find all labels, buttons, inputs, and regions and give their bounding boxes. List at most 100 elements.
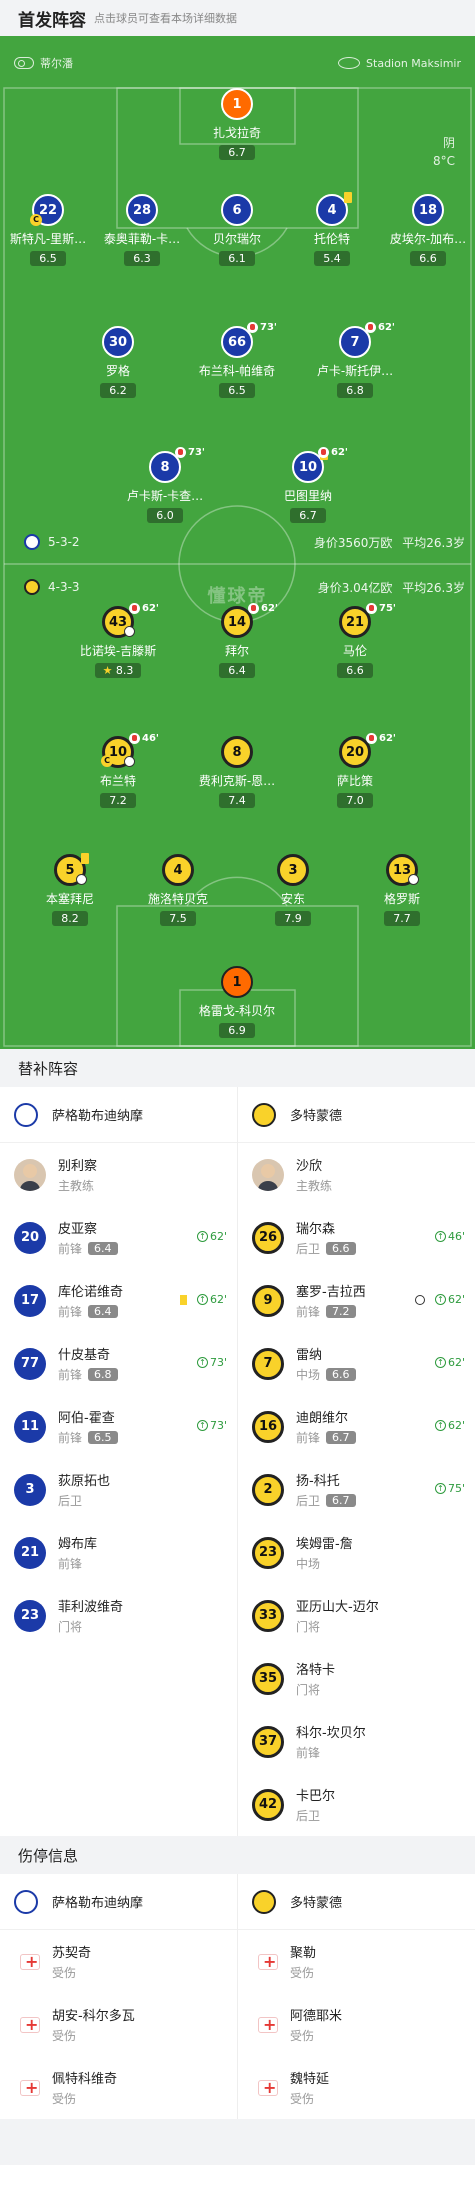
sub-in-icon: ↑ — [434, 1483, 446, 1494]
sub-in-badge: ↑ 73' — [196, 1356, 227, 1369]
player-name: 比诺埃-吉滕斯 — [79, 644, 157, 658]
player-rating: 6.7 — [326, 1431, 356, 1444]
home-player[interactable]: 18 皮埃尔-加布… 6.6 — [373, 194, 475, 266]
home-player[interactable]: 6 贝尔瑞尔 6.1 — [182, 194, 292, 266]
rating-value: 6.2 — [109, 384, 127, 397]
sub-player-row[interactable]: 21 姆布库 前锋 — [0, 1521, 237, 1584]
sub-in-time: 75' — [447, 1482, 465, 1495]
player-meta: 中场 — [296, 1555, 353, 1572]
sub-player-row[interactable]: 37 科尔-坎贝尔 前锋 — [238, 1710, 475, 1773]
substitution-badge: 73' — [247, 322, 277, 333]
home-player[interactable]: 28 泰奥菲勒-卡… 6.3 — [87, 194, 197, 266]
player-position: 前锋 — [296, 1431, 321, 1445]
away-player[interactable]: 21 75' 马伦 6.6 — [300, 603, 410, 678]
subs-header: 替补阵容 — [0, 1049, 475, 1087]
sub-out-icon — [365, 322, 376, 333]
home-player[interactable]: 10 62' 巴图里纳 6.7 — [253, 447, 363, 523]
player-name: 瑞尔森 — [296, 1222, 336, 1237]
sub-in-badge: ↑ 75' — [434, 1482, 465, 1495]
sub-player-row[interactable]: 23 埃姆雷-詹 中场 — [238, 1521, 475, 1584]
sub-player-row[interactable]: 23 菲利波维奇 门将 — [0, 1584, 237, 1647]
rating-value: 6.5 — [39, 252, 57, 265]
sub-player-row[interactable]: 9 塞罗-吉拉西 前锋 7.2 ↑ 62' — [238, 1269, 475, 1332]
player-name: 本塞拜尼 — [45, 892, 94, 906]
substitution-badge: 62' — [365, 322, 395, 333]
injury-row[interactable]: 胡安-科尔多瓦受伤 — [0, 1993, 237, 2056]
away-player[interactable]: 43 62' 比诺埃-吉滕斯 ★ 8.3 — [63, 603, 173, 678]
player-name: 拜尔 — [224, 644, 249, 658]
home-player[interactable]: 7 62' 卢卡-斯托伊… 6.8 — [300, 322, 410, 398]
home-subs-team[interactable]: 萨格勒布迪纳摩 — [0, 1087, 237, 1143]
home-player[interactable]: 8 73' 卢卡斯-卡查… 6.0 — [110, 447, 220, 523]
player-rating: 7.2 — [326, 1305, 356, 1318]
home-player[interactable]: 4 托伦特 5.4 — [277, 192, 387, 266]
away-subs-team[interactable]: 多特蒙德 — [238, 1087, 475, 1143]
player-number: 5 — [54, 853, 89, 886]
injury-row[interactable]: 阿德耶米受伤 — [238, 1993, 475, 2056]
player-number: 3 — [14, 1473, 46, 1506]
sub-player-row[interactable]: 42 卡巴尔 后卫 — [238, 1773, 475, 1836]
sub-player-row[interactable]: 35 洛特卡 门将 — [238, 1647, 475, 1710]
sub-player-row[interactable]: 26 瑞尔森 后卫 6.6 ↑ 46' — [238, 1206, 475, 1269]
substitution-badge: 62' — [318, 447, 348, 458]
away-coach[interactable]: 沙欣 主教练 — [238, 1143, 475, 1206]
player-info: 塞罗-吉拉西 前锋 7.2 — [296, 1281, 366, 1320]
player-number: 1 — [221, 966, 253, 998]
away-subs-column: 多特蒙德 沙欣 主教练 26 瑞尔森 后卫 6.6 ↑ 46' 9 塞罗-吉拉西 前锋 7.2 ↑ 6… — [238, 1087, 475, 1836]
player-position: 前锋 — [58, 1557, 83, 1571]
star-icon: ★ — [102, 664, 116, 677]
injury-row[interactable]: 魏特延受伤 — [238, 2056, 475, 2119]
home-coach[interactable]: 别利察 主教练 — [0, 1143, 237, 1206]
sub-player-row[interactable]: 3 荻原拓也 后卫 — [0, 1458, 237, 1521]
away-player[interactable]: 14 62' 拜尔 6.4 — [182, 603, 292, 678]
away-player[interactable]: 4 施洛特贝克 7.5 — [123, 854, 233, 926]
player-number: 42 — [252, 1788, 284, 1821]
referee-name: 蒂尔潘 — [40, 57, 73, 70]
sub-player-row[interactable]: 33 亚历山大-迈尔 门将 — [238, 1584, 475, 1647]
rating-value: 5.4 — [323, 252, 341, 265]
sub-in-time: 62' — [209, 1293, 227, 1306]
player-position: 前锋 — [296, 1305, 321, 1319]
player-position: 中场 — [296, 1557, 321, 1571]
sub-player-row[interactable]: 77 什皮基奇 前锋 6.8 ↑ 73' — [0, 1332, 237, 1395]
injury-row[interactable]: 佩特科维奇受伤 — [0, 2056, 237, 2119]
substitution-badge: 62' — [248, 603, 278, 614]
away-player[interactable]: 10 C 46' 布兰特 7.2 — [63, 733, 173, 808]
stadium-info: Stadion Maksimir — [338, 57, 461, 70]
player-position: 门将 — [58, 1620, 83, 1634]
away-player[interactable]: 20 62' 萨比策 7.0 — [300, 733, 410, 808]
sub-player-row[interactable]: 16 迪朗维尔 前锋 6.7 ↑ 62' — [238, 1395, 475, 1458]
home-player[interactable]: 1 扎戈拉奇 6.7 — [182, 88, 292, 160]
player-name: 卢卡-斯托伊… — [316, 364, 394, 378]
player-number: 3 — [277, 854, 309, 886]
away-player[interactable]: 13 格罗斯 7.7 — [347, 854, 457, 926]
sub-player-row[interactable]: 2 扬-科托 后卫 6.7 ↑ 75' — [238, 1458, 475, 1521]
ball-icon — [408, 874, 419, 885]
player-name: 卡巴尔 — [296, 1789, 336, 1804]
captain-icon: C — [101, 755, 113, 767]
sub-in-time: 62' — [447, 1293, 465, 1306]
sub-player-row[interactable]: 7 雷纳 中场 6.6 ↑ 62' — [238, 1332, 475, 1395]
away-player[interactable]: 5 本塞拜尼 8.2 — [15, 853, 125, 926]
sub-player-row[interactable]: 20 皮亚察 前锋 6.4 ↑ 62' — [0, 1206, 237, 1269]
injury-row[interactable]: 聚勒受伤 — [238, 1930, 475, 1993]
player-number: 23 — [14, 1599, 46, 1632]
away-player[interactable]: 8 费利克斯-恩… 7.4 — [182, 736, 292, 808]
dortmund-logo-icon — [252, 1889, 276, 1914]
away-player[interactable]: 3 安东 7.9 — [238, 854, 348, 926]
home-subs-column: 萨格勒布迪纳摩 别利察 主教练 20 皮亚察 前锋 6.4 ↑ 62' 17 库伦诺维奇 前锋 6… — [0, 1087, 237, 1836]
sub-player-row[interactable]: 11 阿伯-霍查 前锋 6.5 ↑ 73' — [0, 1395, 237, 1458]
coach-role: 主教练 — [296, 1179, 333, 1193]
home-player[interactable]: 30 罗格 6.2 — [63, 326, 173, 398]
player-rating: 6.2 — [100, 383, 136, 398]
whistle-icon — [14, 57, 34, 69]
injury-row[interactable]: 苏契奇受伤 — [0, 1930, 237, 1993]
referee-info: 蒂尔潘 — [14, 55, 73, 71]
player-meta: 门将 — [296, 1618, 379, 1635]
away-player[interactable]: 1 格雷戈-科贝尔 6.9 — [182, 966, 292, 1038]
player-name: 魏特延 — [290, 2072, 330, 2087]
sub-player-row[interactable]: 17 库伦诺维奇 前锋 6.4 ↑ 62' — [0, 1269, 237, 1332]
home-player[interactable]: 66 73' 布兰科-帕维奇 6.5 — [182, 322, 292, 398]
pitch: 蒂尔潘 Stadion Maksimir 阴 8°C 1 扎戈拉奇 6.7 22 C 斯特… — [0, 36, 475, 1049]
sub-in-icon: ↑ — [434, 1231, 446, 1242]
